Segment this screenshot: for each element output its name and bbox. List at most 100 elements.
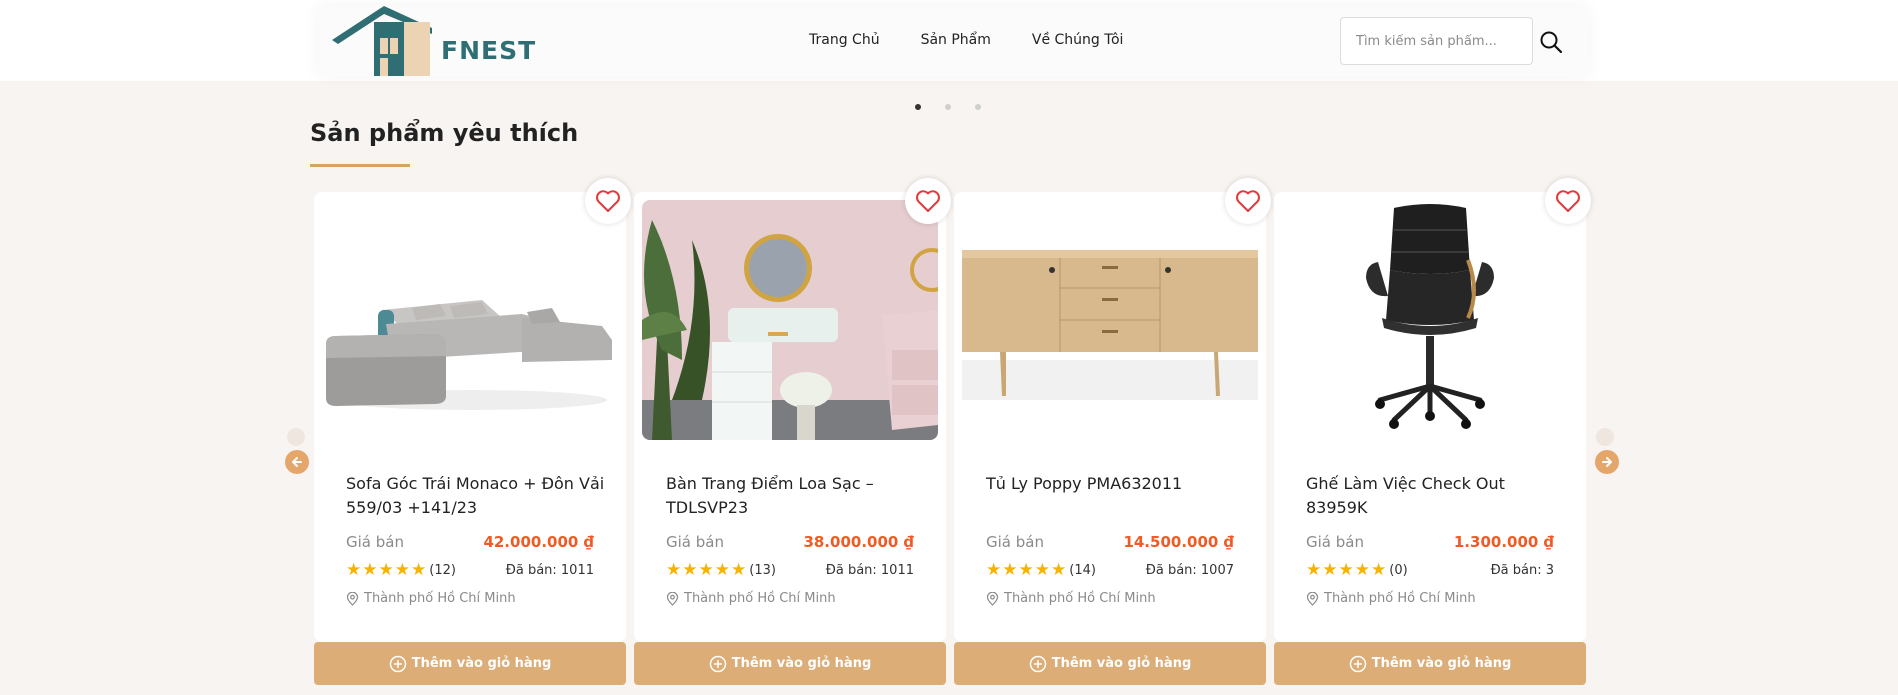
product-card[interactable]: Bàn Trang Điểm Loa Sạc – TDLSVP23 Giá bá… [634,178,951,642]
arrow-left-icon [292,457,302,467]
sold-count: Đã bán: 1011 [505,563,594,578]
product-location: Thành phố Hồ Chí Minh [346,591,516,606]
header: FNEST Trang Chủ Sản Phẩm Về Chúng Tôi [0,0,1898,81]
heart-icon [1556,190,1580,212]
star-icon: ★ [394,560,410,580]
star-icon: ★ [1306,560,1322,580]
star-icon: ★ [1002,560,1018,580]
star-icon: ★ [378,560,394,580]
review-count: (13) [749,562,776,578]
product-image-sofa[interactable] [322,200,618,440]
brand-name: FNEST [441,36,537,65]
product-price: 14.500.000 ₫ [1123,533,1234,551]
location-pin-icon [346,591,359,606]
add-to-cart-button[interactable]: Thêm vào giỏ hàng [1274,642,1586,685]
favorite-button[interactable] [1545,178,1591,224]
star-rating: ★ ★ ★ ★ ★ (13) [666,561,776,579]
main-nav: Trang Chủ Sản Phẩm Về Chúng Tôi [809,32,1164,48]
search-input[interactable] [1340,17,1533,65]
plus-circle-icon [389,655,406,672]
add-to-cart-label: Thêm vào giỏ hàng [1371,656,1512,671]
plus-circle-icon [709,655,726,672]
star-icon: ★ [1371,560,1387,580]
star-icon: ★ [1034,560,1050,580]
heart-icon [1236,190,1260,212]
star-icon: ★ [714,560,730,580]
product-location: Thành phố Hồ Chí Minh [1306,591,1476,606]
section-title: Sản phẩm yêu thích [310,119,579,147]
review-count: (0) [1389,562,1408,578]
carousel-dot[interactable] [975,104,981,110]
product-location: Thành phố Hồ Chí Minh [986,591,1156,606]
product-image-dressing-table[interactable] [642,200,938,440]
next-arrow-shadow [1596,428,1614,446]
star-icon: ★ [1338,560,1354,580]
product-price: 42.000.000 ₫ [483,533,594,551]
location-text: Thành phố Hồ Chí Minh [1004,591,1156,606]
carousel-dots [915,104,981,110]
star-rating: ★ ★ ★ ★ ★ (14) [986,561,1096,579]
star-icon: ★ [666,560,682,580]
add-to-cart-button[interactable]: Thêm vào giỏ hàng [954,642,1266,685]
title-underline [310,164,410,167]
star-icon: ★ [1018,560,1034,580]
add-to-cart-button[interactable]: Thêm vào giỏ hàng [634,642,946,685]
location-pin-icon [666,591,679,606]
location-text: Thành phố Hồ Chí Minh [684,591,836,606]
prev-arrow-button[interactable] [285,450,309,474]
product-name[interactable]: Ghế Làm Việc Check Out 83959K [1306,472,1566,520]
star-rating: ★ ★ ★ ★ ★ (0) [1306,561,1408,579]
product-image-sideboard[interactable] [962,200,1258,440]
product-card[interactable]: Sofa Góc Trái Monaco + Đôn Vải 559/03 +1… [314,178,631,642]
star-icon: ★ [362,560,378,580]
heart-icon [916,190,940,212]
product-card[interactable]: Ghế Làm Việc Check Out 83959K Giá bán 1.… [1274,178,1591,642]
star-icon: ★ [731,560,747,580]
location-pin-icon [986,591,999,606]
product-name[interactable]: Sofa Góc Trái Monaco + Đôn Vải 559/03 +1… [346,472,606,520]
product-price: 38.000.000 ₫ [803,533,914,551]
star-rating: ★ ★ ★ ★ ★ (12) [346,561,456,579]
favorite-button[interactable] [1225,178,1271,224]
next-arrow-button[interactable] [1595,450,1619,474]
price-label: Giá bán [346,533,404,551]
star-icon: ★ [411,560,427,580]
plus-circle-icon [1029,655,1046,672]
carousel-dot[interactable] [945,104,951,110]
carousel-dot[interactable] [915,104,921,110]
prev-arrow-shadow [287,428,305,446]
nav-home[interactable]: Trang Chủ [809,32,880,48]
product-name[interactable]: Bàn Trang Điểm Loa Sạc – TDLSVP23 [666,472,926,520]
add-to-cart-label: Thêm vào giỏ hàng [411,656,552,671]
sold-count: Đã bán: 3 [1490,563,1554,578]
location-text: Thành phố Hồ Chí Minh [364,591,516,606]
heart-icon [596,190,620,212]
product-price: 1.300.000 ₫ [1453,533,1554,551]
star-icon: ★ [346,560,362,580]
favorite-button[interactable] [905,178,951,224]
price-label: Giá bán [1306,533,1364,551]
product-image-office-chair[interactable] [1282,200,1578,440]
nav-about[interactable]: Về Chúng Tôi [1032,32,1124,48]
add-to-cart-button[interactable]: Thêm vào giỏ hàng [314,642,626,685]
location-text: Thành phố Hồ Chí Minh [1324,591,1476,606]
plus-circle-icon [1349,655,1366,672]
favorite-button[interactable] [585,178,631,224]
product-name[interactable]: Tủ Ly Poppy PMA632011 [986,472,1246,496]
review-count: (14) [1069,562,1096,578]
nav-products[interactable]: Sản Phẩm [921,32,991,48]
star-icon: ★ [1051,560,1067,580]
add-to-cart-label: Thêm vào giỏ hàng [731,656,872,671]
search-icon[interactable] [1537,28,1565,56]
star-icon: ★ [682,560,698,580]
sold-count: Đã bán: 1007 [1145,563,1234,578]
arrow-right-icon [1602,457,1612,467]
star-icon: ★ [986,560,1002,580]
review-count: (12) [429,562,456,578]
star-icon: ★ [1322,560,1338,580]
location-pin-icon [1306,591,1319,606]
product-card[interactable]: Tủ Ly Poppy PMA632011 Giá bán 14.500.000… [954,178,1271,642]
sold-count: Đã bán: 1011 [825,563,914,578]
price-label: Giá bán [666,533,724,551]
star-icon: ★ [698,560,714,580]
